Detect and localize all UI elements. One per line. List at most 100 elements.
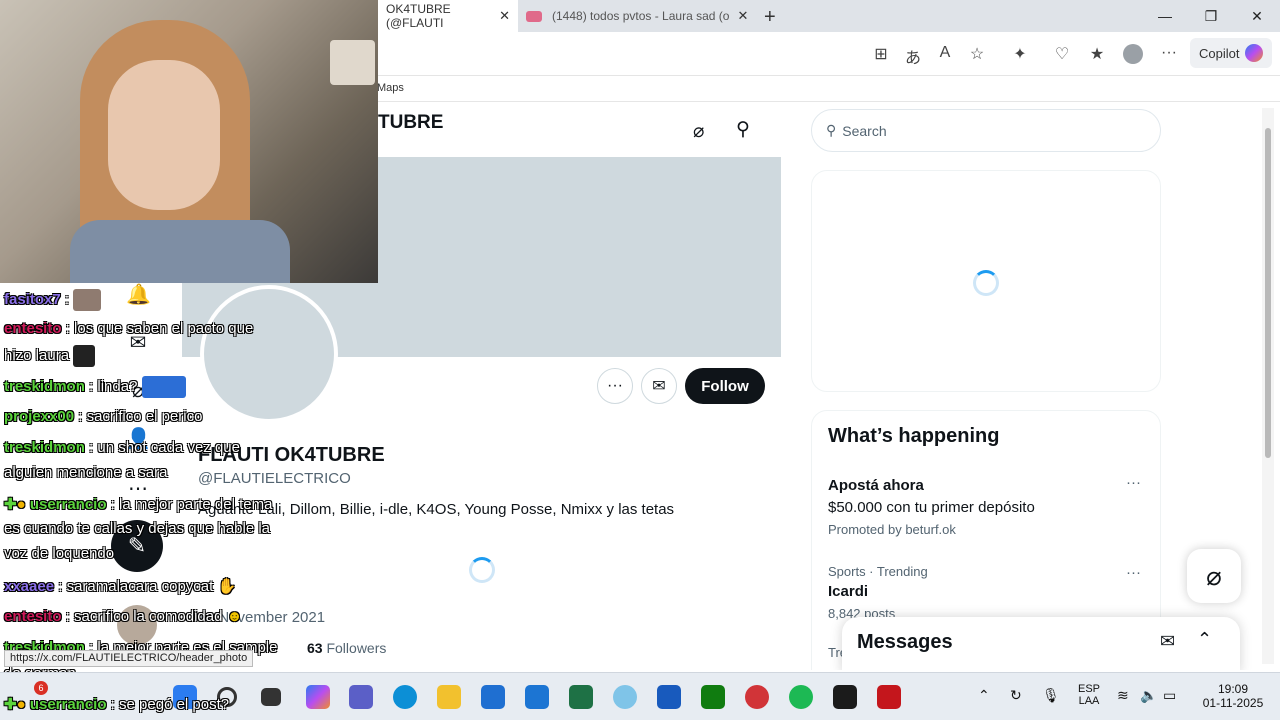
battery-icon[interactable]: ▭ [1163,687,1176,704]
chat-emote: ✋ [217,578,237,595]
new-message-icon[interactable]: ✉ [1160,631,1175,652]
trend-more-icon[interactable]: ··· [1126,474,1141,491]
settings-more-icon[interactable]: ··· [1158,44,1180,62]
word-icon[interactable] [657,685,681,709]
chat-username: entesito [4,608,62,625]
spotify-icon[interactable] [789,685,813,709]
badge-icon: ✚ [4,696,17,713]
chat-text: un shot cada vez que [97,439,240,456]
notifications-icon[interactable]: 🔔 [126,282,151,307]
followers-link[interactable]: 63 Followers [307,640,386,656]
file-explorer-icon[interactable] [437,685,461,709]
chat-username: treskidmon [4,439,85,456]
chat-username: fasitox7 [4,290,61,308]
chat-text: linda? [97,377,138,395]
chat-text: saramalacara copycat [66,578,214,595]
favorites-icon[interactable]: ★ [1086,44,1108,64]
chat-username: userrancio [29,496,107,513]
profile-avatar-icon[interactable] [1123,44,1143,64]
trend-title[interactable]: Apostá ahora [828,477,924,494]
restore-icon[interactable]: ❐ [1196,8,1226,25]
tray-overflow-icon[interactable]: ⌃ [978,687,990,704]
teams-icon[interactable] [349,685,373,709]
messages-drawer[interactable]: Messages ✉ ⌃ [842,617,1240,670]
message-button[interactable]: ✉ [641,368,677,404]
chat-text: es cuando te callas y dejas que hable la [4,520,271,537]
copilot-taskbar-icon[interactable] [306,685,330,709]
chat-emote [141,376,186,398]
translate-icon[interactable]: あ [902,44,924,68]
chat-username: entesito [4,320,62,337]
trend-title[interactable]: Icardi [828,583,868,600]
tab-label: (1448) todos pvtos - Laura sad (o [552,9,730,23]
messages-title: Messages [857,631,953,653]
copilot-label: Copilot [1199,45,1240,61]
extensions-icon[interactable]: ✦ [1009,44,1031,64]
new-tab-button[interactable]: + [764,6,776,29]
loading-spinner [973,270,999,296]
badge-icon: ● [16,696,26,713]
more-options-button[interactable]: ··· [597,368,633,404]
excel-icon[interactable] [569,685,593,709]
trend-more-icon[interactable]: ··· [1126,564,1141,581]
followers-count: 63 [307,640,323,656]
chat-username: treskidmon [4,377,85,395]
mail-icon: ✉ [652,378,666,395]
xbox-icon[interactable] [701,685,725,709]
tab-youtube[interactable]: (1448) todos pvtos - Laura sad (o ✕ [518,0,758,32]
profile-avatar[interactable] [200,285,338,423]
chat-emote [73,345,96,367]
badge-icon: ✚ [4,496,17,513]
tab-twitter-profile[interactable]: OK4TUBRE (@FLAUTI ✕ [378,0,518,32]
app-icon[interactable] [613,685,637,709]
task-view-icon[interactable] [261,688,281,706]
scrollbar[interactable] [1262,108,1274,664]
search-icon[interactable]: ⚲ [736,118,750,141]
app-available-icon[interactable]: ⊞ [870,44,892,64]
wifi-icon[interactable]: ≋ [1117,687,1129,704]
tab-label: OK4TUBRE (@FLAUTI [386,2,451,30]
app-icon[interactable] [833,685,857,709]
favorite-star-icon[interactable]: ☆ [966,44,988,64]
mcafee-icon[interactable] [877,685,901,709]
store-icon[interactable] [481,685,505,709]
sync-icon[interactable]: ↻ [1010,687,1022,704]
chat-emote: ☻ [226,608,243,625]
mail-taskbar-icon[interactable] [525,685,549,709]
read-aloud-icon[interactable]: A [934,44,956,62]
chat-username: projexx00 [4,408,75,425]
browser-essentials-icon[interactable]: ♡ [1051,44,1073,64]
search-field[interactable]: ⚲ Search [811,109,1161,152]
chat-message: alguien mencione a sara [4,464,167,481]
chat-message: es cuando te callas y dejas que hable la [4,520,270,537]
youtube-icon [526,10,542,22]
volume-icon[interactable]: 🔈 [1140,687,1157,704]
close-tab-icon[interactable]: ✕ [737,8,748,24]
profile-header-name: TUBRE [378,112,444,133]
expand-icon[interactable]: ⌃ [1197,629,1212,650]
grok-icon: ⌀ [1206,560,1222,591]
chat-message: fasitox7 : [4,289,102,311]
app-icon[interactable] [745,685,769,709]
minimize-icon[interactable]: — [1150,8,1180,24]
close-window-icon[interactable]: ✕ [1242,8,1272,25]
link-status-url: https://x.com/FLAUTIELECTRICO/header_pho… [4,650,254,667]
microphone-icon[interactable]: 🎙 [1042,687,1060,704]
whats-happening-title: What’s happening [828,425,1000,447]
chat-text: voz de loquendo [4,545,115,562]
scrollbar-thumb[interactable] [1265,128,1271,458]
date-label: 01-11-2025 [1202,696,1264,710]
followers-label: Followers [326,640,387,656]
edge-icon[interactable] [393,685,417,709]
language-indicator[interactable]: ESP LAA [1072,683,1106,707]
search-icon: ⚲ [826,122,837,138]
grok-float-button[interactable]: ⌀ [1187,549,1241,603]
copilot-button[interactable]: Copilot [1190,38,1272,68]
close-tab-icon[interactable]: ✕ [499,8,510,24]
background-box [330,40,375,85]
favorite-maps-link[interactable]: Maps [377,82,404,94]
follow-button[interactable]: Follow [685,368,765,404]
clock[interactable]: 19:09 01-11-2025 [1196,682,1270,710]
chat-text: hizo laura [4,346,70,364]
grok-icon[interactable]: ⌀ [693,120,704,143]
